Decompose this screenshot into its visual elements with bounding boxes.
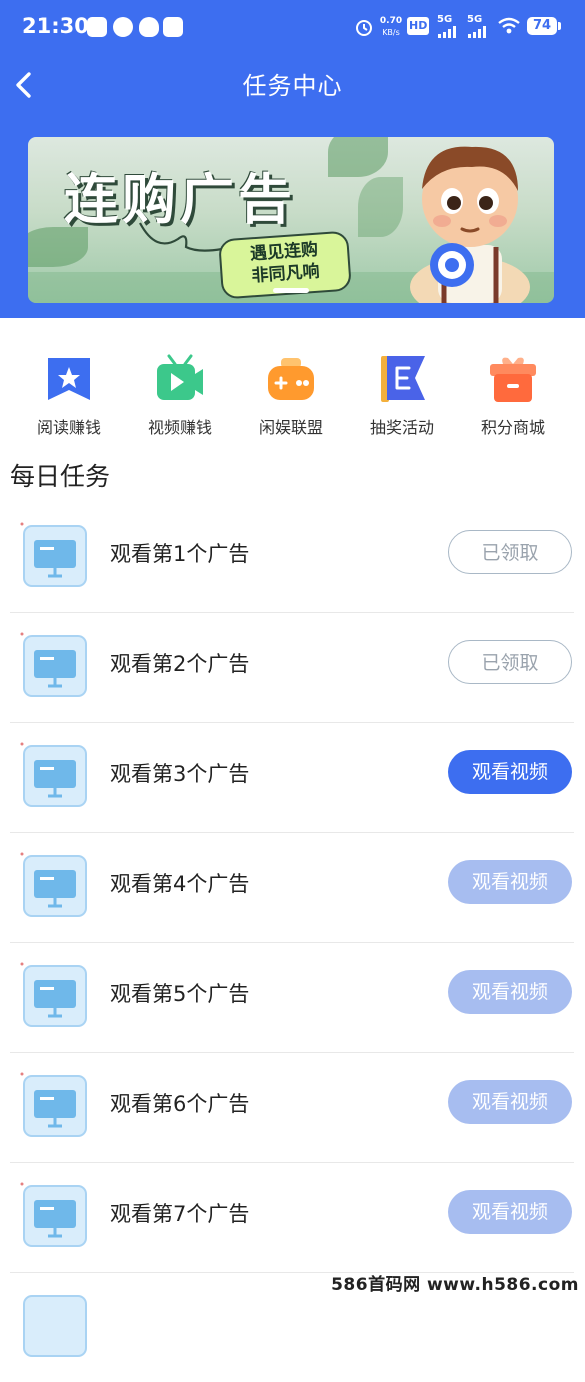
bookmark-star-icon (48, 358, 90, 400)
task-label: 观看第4个广告 (110, 872, 250, 896)
flag-icon (381, 356, 425, 402)
task-row: 观看第4个广告 观看视频 (10, 832, 574, 943)
watermark: 586首码网 www.h586.com (331, 1275, 579, 1295)
ad-screen-icon (20, 742, 87, 807)
ad-screen-icon (20, 962, 87, 1027)
quick-nav-video[interactable]: 视频赚钱 (125, 350, 235, 440)
watch-video-button[interactable]: 观看视频 (448, 970, 572, 1014)
quick-nav-read[interactable]: 阅读赚钱 (14, 350, 124, 440)
watch-video-button[interactable]: 观看视频 (448, 750, 572, 794)
arrow-squiggle-icon (139, 222, 223, 252)
task-label: 观看第1个广告 (110, 542, 250, 566)
quick-nav-video-label: 视频赚钱 (147, 418, 212, 437)
signal-1-label: 5G (437, 14, 453, 25)
quick-nav-games[interactable]: 闲娱联盟 (236, 350, 346, 440)
signal-2-label: 5G (467, 14, 483, 25)
signal-1-icon (438, 26, 456, 38)
message-icon (113, 17, 133, 37)
watch-video-button[interactable]: 观看视频 (448, 860, 572, 904)
net-speed-value: 0.70 (379, 16, 403, 26)
ad-screen-icon (20, 1072, 87, 1137)
battery-level: 74 (527, 17, 561, 35)
claimed-button[interactable]: 已领取 (448, 530, 572, 574)
leaf-decoration (358, 177, 403, 237)
gift-icon (490, 357, 536, 402)
promo-banner[interactable]: 连购广告 遇见连购 非同凡响 (28, 137, 554, 303)
task-label: 观看第2个广告 (110, 652, 250, 676)
quick-nav-mall-label: 积分商城 (480, 418, 545, 437)
task-label: 观看第7个广告 (110, 1202, 250, 1226)
banner-indicator (273, 288, 309, 293)
task-row: 观看第6个广告 观看视频 (10, 1052, 574, 1163)
ad-screen-icon (23, 1295, 87, 1357)
task-row: 观看第5个广告 观看视频 (10, 942, 574, 1053)
ad-screen-icon (20, 632, 87, 697)
watch-video-button[interactable]: 观看视频 (448, 1080, 572, 1124)
net-speed-unit: KB/s (382, 28, 400, 37)
cartoon-boy-illustration (410, 146, 530, 303)
section-title: 每日任务 (10, 462, 111, 491)
leaf-decoration (328, 137, 388, 177)
task-label: 观看第5个广告 (110, 982, 250, 1006)
video-play-icon (157, 354, 203, 400)
claimed-button[interactable]: 已领取 (448, 640, 572, 684)
task-row: 观看第7个广告 观看视频 (10, 1162, 574, 1273)
task-row: 观看第3个广告 观看视频 (10, 722, 574, 833)
quick-nav-lottery-label: 抽奖活动 (369, 418, 434, 437)
quick-nav-mall[interactable]: 积分商城 (458, 350, 568, 440)
ad-screen-icon (20, 522, 87, 587)
status-time: 21:30 (22, 14, 89, 38)
chat-app-icon (87, 17, 107, 37)
page-title: 任务中心 (242, 72, 343, 100)
task-label: 观看第6个广告 (110, 1092, 250, 1116)
status-bar: 21:30 0.70 KB/s HD 5G 5G 74 (0, 0, 585, 54)
signal-2-icon (468, 26, 486, 38)
watch-video-button[interactable]: 观看视频 (448, 1190, 572, 1234)
alarm-icon (356, 20, 372, 36)
quick-nav: 阅读赚钱 视频赚钱 闲娱联盟 抽奖活动 积分商城 (0, 350, 585, 440)
task-row: 观看第2个广告 已领取 (10, 612, 574, 723)
ad-screen-icon (20, 1182, 87, 1247)
hd-badge: HD (407, 17, 430, 35)
task-label: 观看第3个广告 (110, 762, 250, 786)
wifi-icon (498, 17, 520, 34)
gamepad-icon (268, 358, 314, 400)
qq-icon (139, 17, 159, 37)
task-row: 观看第1个广告 已领取 (10, 502, 574, 613)
quick-nav-lottery[interactable]: 抽奖活动 (347, 350, 457, 440)
quick-nav-read-label: 阅读赚钱 (36, 418, 101, 437)
quick-nav-games-label: 闲娱联盟 (258, 418, 323, 437)
ad-screen-icon (20, 852, 87, 917)
calendar-icon (163, 17, 183, 37)
